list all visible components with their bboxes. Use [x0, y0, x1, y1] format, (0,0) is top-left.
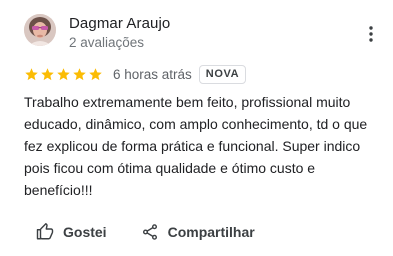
review-actions: Gostei Compartilhar [24, 218, 364, 246]
rating-row: 6 horas atrás NOVA [24, 64, 364, 84]
star-icon [73, 67, 86, 80]
star-icon [25, 67, 38, 80]
star-icon [89, 67, 102, 80]
star-icon [41, 67, 54, 80]
review-text: Trabalho extremamente bem feito, profiss… [24, 94, 368, 198]
share-button[interactable]: Compartilhar [129, 219, 267, 245]
thumb-up-icon [36, 223, 54, 240]
like-button[interactable]: Gostei [24, 219, 119, 245]
reviewer-avatar[interactable] [24, 14, 56, 46]
avatar-image [24, 14, 56, 46]
new-badge: NOVA [198, 64, 247, 84]
like-label: Gostei [63, 224, 107, 240]
more-options-button[interactable] [363, 24, 379, 44]
more-vert-icon [369, 26, 373, 42]
share-icon [142, 224, 157, 240]
review-header: Dagmar Araujo 2 avaliações [24, 14, 379, 54]
star-rating [24, 67, 103, 82]
star-icon [57, 67, 70, 80]
reviewer-review-count: 2 avaliações [69, 35, 145, 50]
share-label: Compartilhar [167, 224, 255, 240]
review-time: 6 horas atrás [113, 66, 192, 82]
review-card: Dagmar Araujo 2 avaliações 6 horas atrás… [0, 0, 393, 256]
reviewer-name[interactable]: Dagmar Araujo [69, 15, 170, 32]
